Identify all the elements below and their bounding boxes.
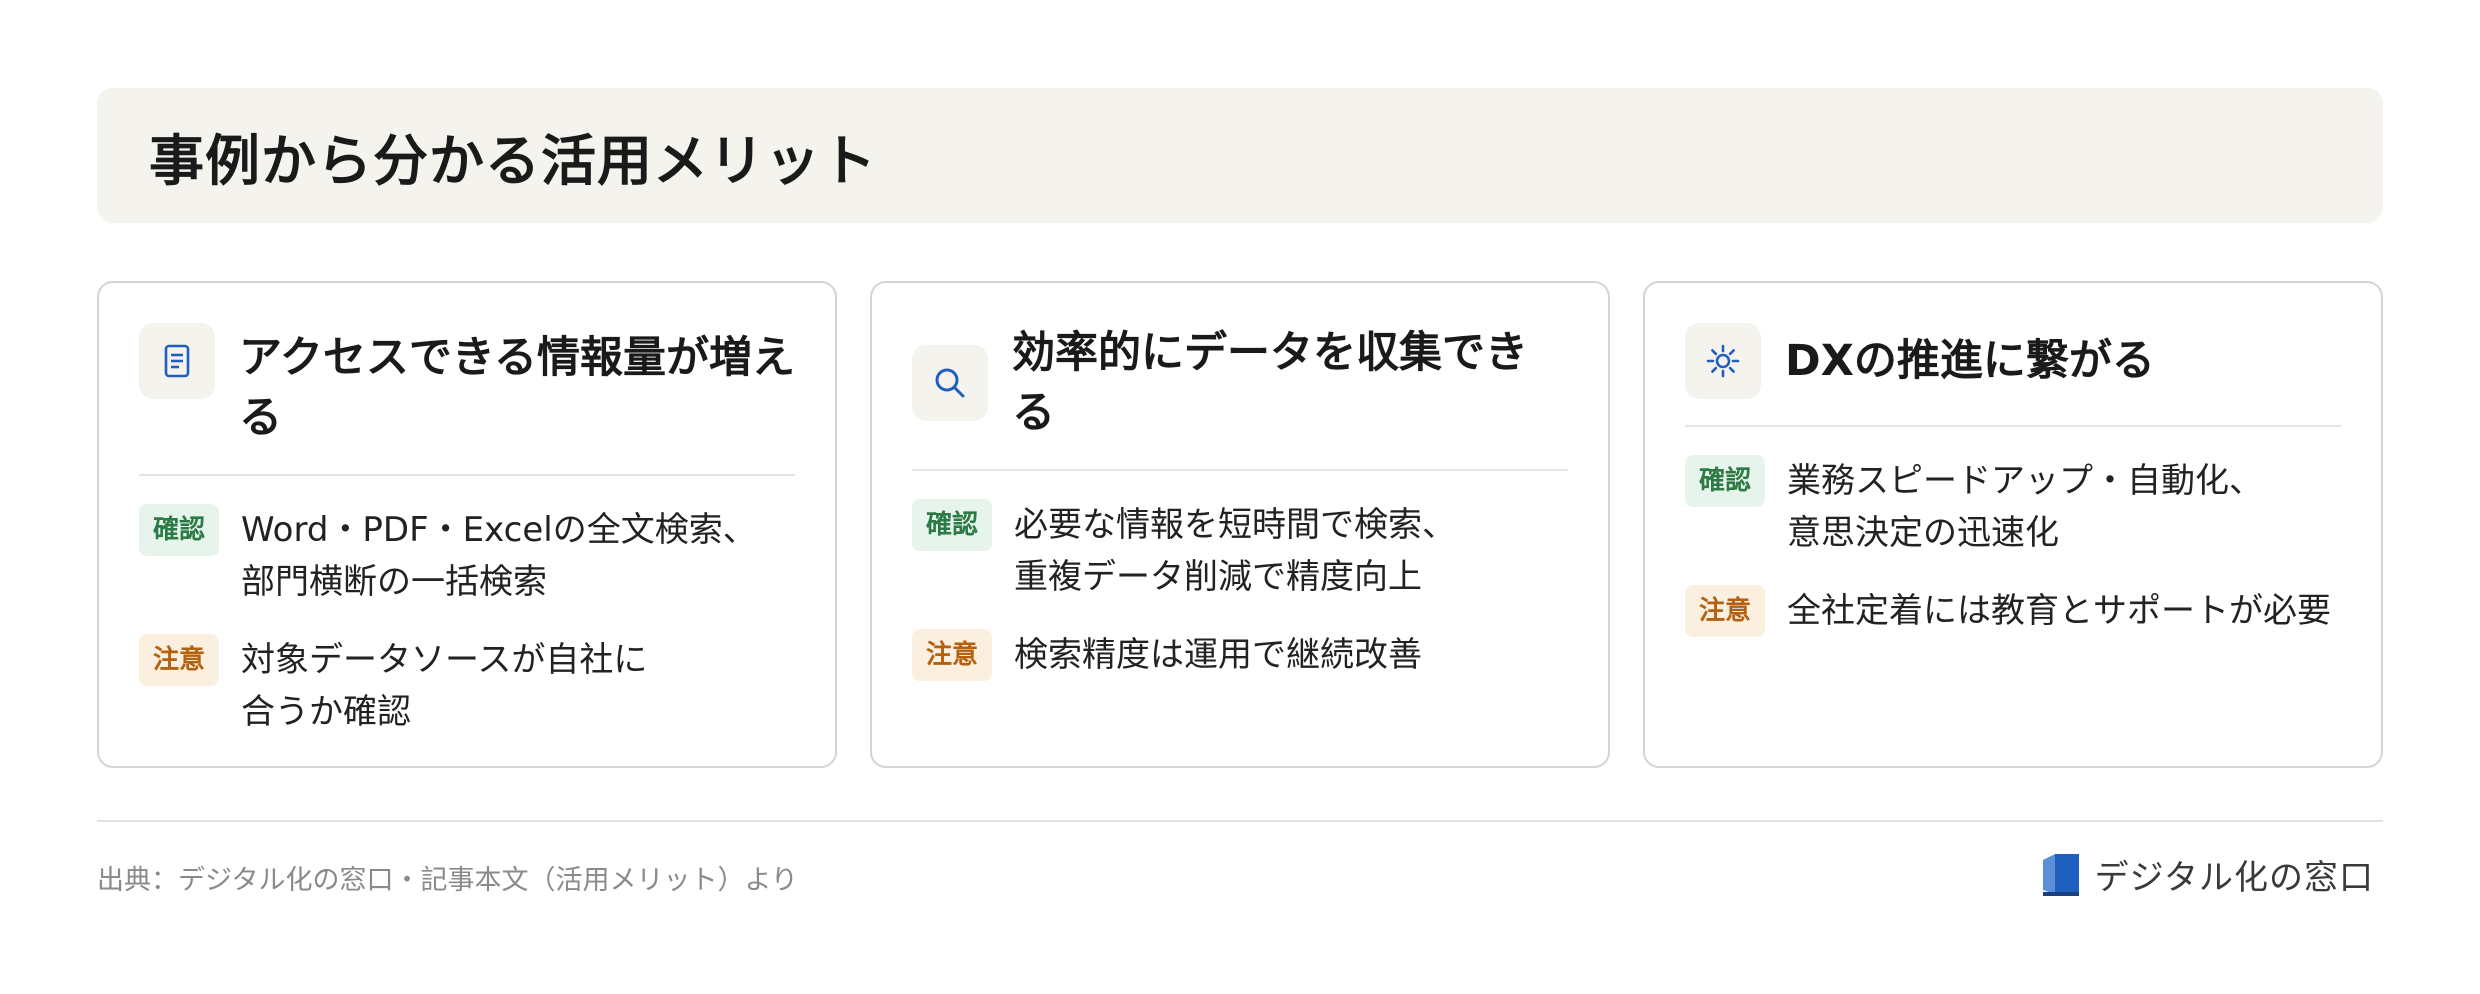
caution-text: 検索精度は運用で継続改善 (1014, 635, 1423, 675)
brand-name: デジタル化の窓口 (2094, 858, 2374, 898)
caution-badge: 注意 (1685, 585, 1766, 637)
confirm-text: Word・PDF・Excelの全文検索、 部門横断の一括検索 (241, 510, 757, 602)
confirm-badge: 確認 (1685, 455, 1766, 507)
sun-gear-icon (1685, 323, 1761, 399)
footer-divider (97, 820, 2383, 822)
confirm-text: 業務スピードアップ・自動化、 意思決定の迅速化 (1787, 461, 2264, 553)
benefit-card-info-access: アクセスできる情報量が増える 確認 Word・PDF・Excelの全文検索、 部… (97, 281, 837, 768)
title-band: 事例から分かる活用メリット (97, 88, 2383, 223)
card-header: DXの推進に繋がる (1685, 323, 2341, 427)
confirm-badge: 確認 (139, 504, 220, 556)
benefit-card-dx-promotion: DXの推進に繋がる 確認 業務スピードアップ・自動化、 意思決定の迅速化 注意 … (1643, 281, 2383, 768)
confirm-text: 必要な情報を短時間で検索、 重複データ削減で精度向上 (1014, 505, 1457, 597)
benefit-cards: アクセスできる情報量が増える 確認 Word・PDF・Excelの全文検索、 部… (97, 281, 2383, 768)
caution-text: 全社定着には教育とサポートが必要 (1787, 591, 2332, 631)
document-icon (139, 323, 215, 399)
card-title: DXの推進に繋がる (1785, 336, 2155, 386)
card-header: 効率的にデータを収集できる (912, 323, 1568, 471)
brand: デジタル化の窓口 (2041, 850, 2374, 899)
confirm-row: 確認 業務スピードアップ・自動化、 意思決定の迅速化 (1685, 455, 2341, 559)
benefit-card-data-collection: 効率的にデータを収集できる 確認 必要な情報を短時間で検索、 重複データ削減で精… (870, 281, 1610, 768)
caution-badge: 注意 (912, 629, 993, 681)
source-note: 出典：デジタル化の窓口・記事本文（活用メリット）より (97, 865, 798, 896)
caution-row: 注意 全社定着には教育とサポートが必要 (1685, 585, 2341, 637)
search-icon (912, 345, 988, 421)
card-header: アクセスできる情報量が増える (139, 323, 795, 476)
card-title: 効率的にデータを収集できる (1012, 328, 1528, 438)
caution-badge: 注意 (139, 634, 220, 686)
caution-text: 対象データソースが自社に 合うか確認 (241, 640, 648, 732)
confirm-row: 確認 必要な情報を短時間で検索、 重複データ削減で精度向上 (912, 499, 1568, 603)
confirm-badge: 確認 (912, 499, 993, 551)
brand-logo-icon (2042, 853, 2079, 896)
page: 事例から分かる活用メリット アクセスできる情報量が増える 確認 Word・PDF… (0, 0, 2480, 994)
caution-row: 注意 対象データソースが自社に 合うか確認 (139, 634, 795, 738)
card-title: アクセスできる情報量が増える (239, 333, 795, 443)
page-title: 事例から分かる活用メリット (149, 128, 878, 193)
caution-row: 注意 検索精度は運用で継続改善 (912, 629, 1568, 681)
confirm-row: 確認 Word・PDF・Excelの全文検索、 部門横断の一括検索 (139, 504, 795, 608)
